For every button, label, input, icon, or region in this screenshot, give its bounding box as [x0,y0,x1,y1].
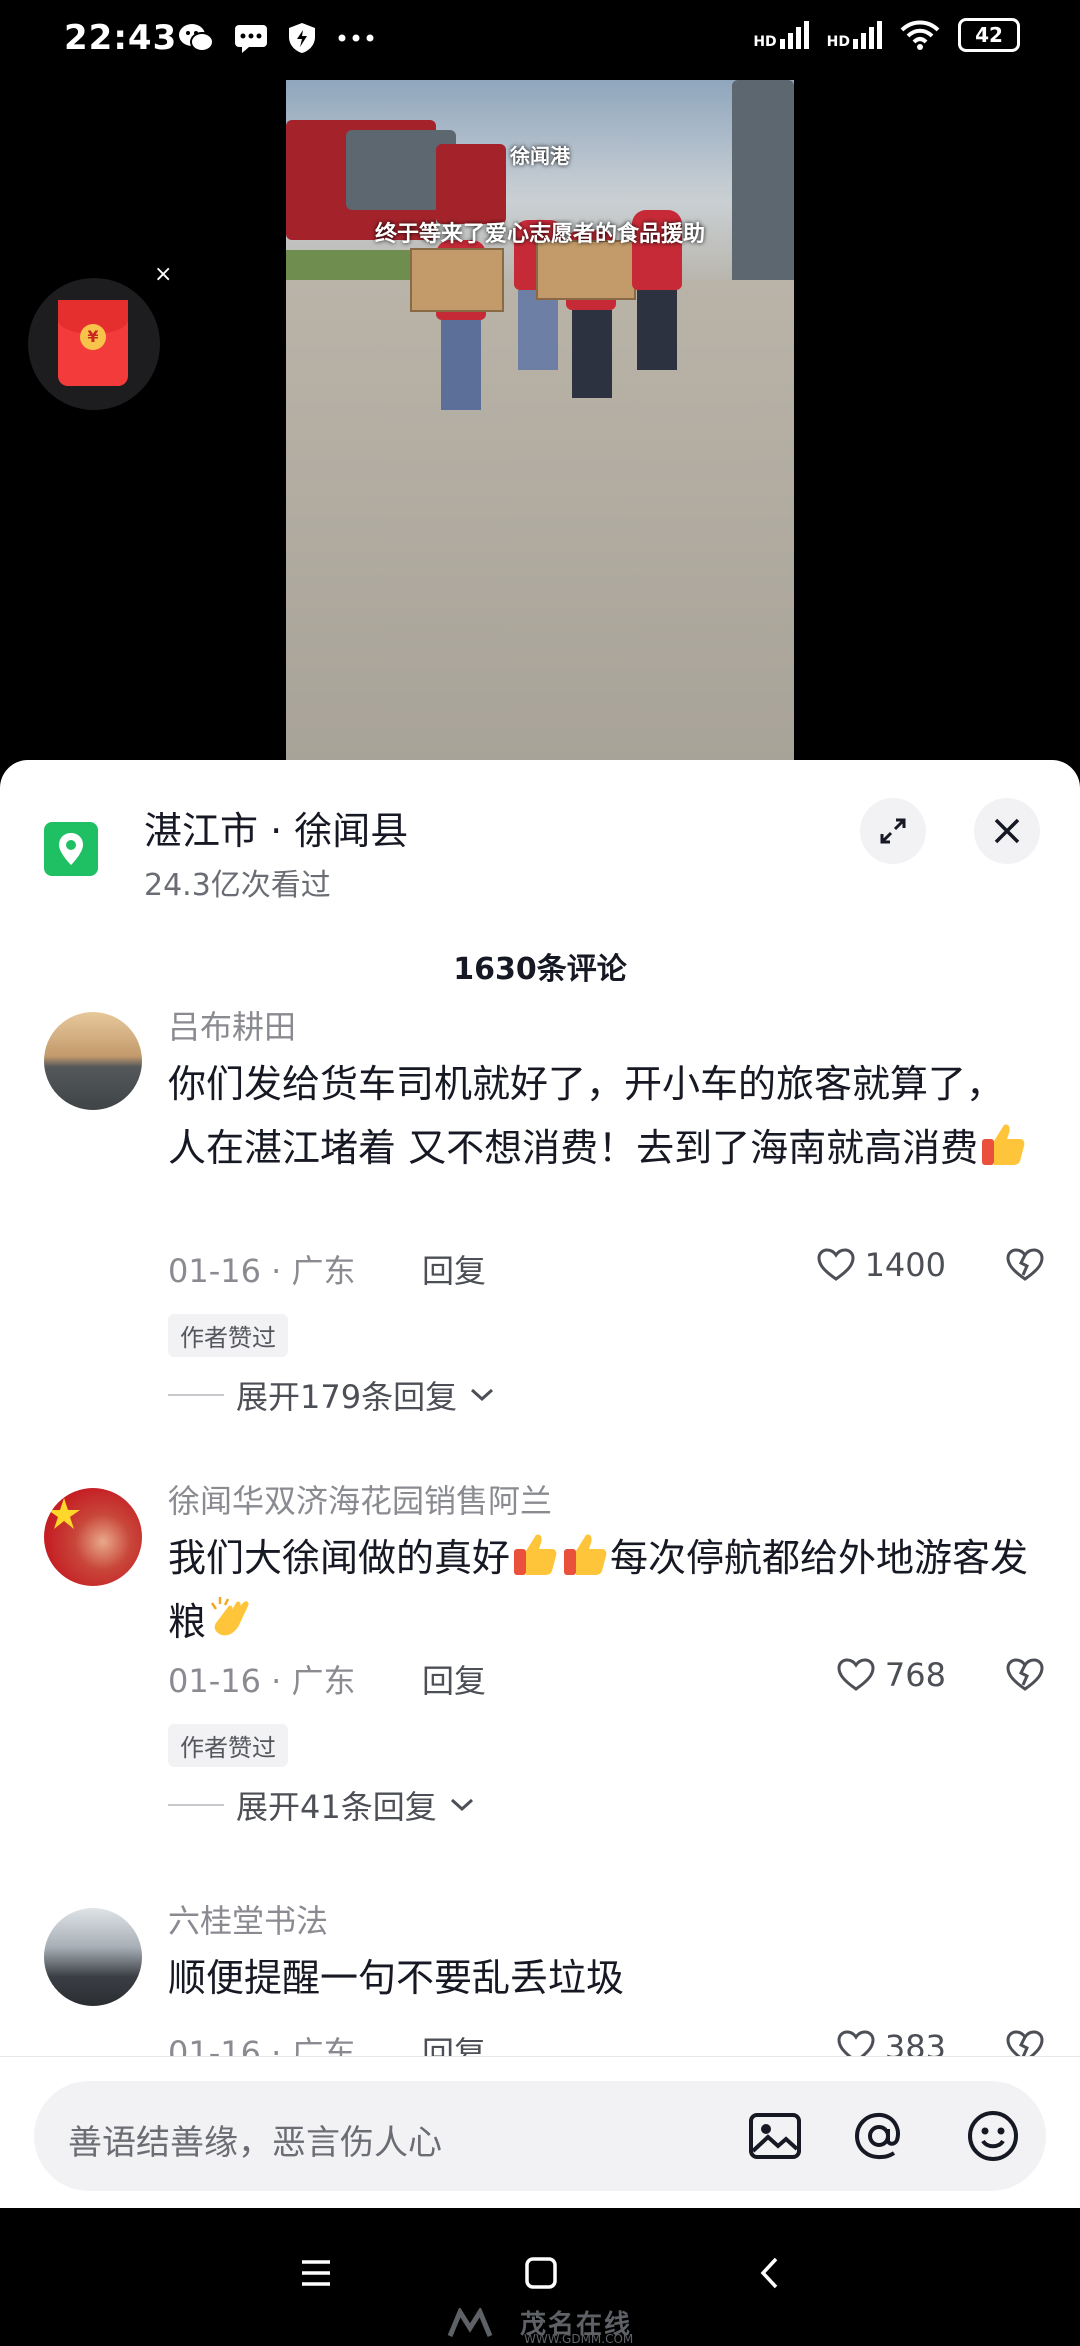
chevron-down-icon [471,1388,494,1402]
author-liked-badge: 作者赞过 [168,1724,288,1767]
status-bar: 22:43 HD HD 42 [0,0,1080,80]
video-caption: 终于等来了爱心志愿者的食品援助 [374,222,705,247]
thumbs-up-icon [982,1124,1025,1165]
watermark-logo-icon [447,2308,493,2337]
video-box [536,240,636,300]
wechat-icon [179,24,214,52]
signal-icon: HD [827,21,882,49]
back-icon[interactable] [758,2256,780,2290]
thumbs-up-icon [514,1534,557,1575]
comment-username[interactable]: 徐闻华双济海花园销售阿兰 [168,1476,552,1522]
reply-button[interactable]: 回复 [422,1246,486,1292]
broken-heart-icon [1006,1658,1044,1691]
location-pin-icon[interactable] [44,822,98,876]
video-box [410,248,504,312]
video-volunteer-legs [441,320,481,410]
avatar[interactable] [44,1012,142,1110]
comment-region: 广东 [291,1252,356,1290]
comment-text: 你们发给货车司机就好了，开小车的旅客就算了，人在湛江堵着 又不想消费！去到了海南… [168,1052,1040,1180]
like-count: 768 [884,1656,946,1694]
expand-icon [880,818,906,844]
wifi-icon [900,20,940,50]
message-icon [235,25,267,53]
image-icon[interactable] [746,2107,804,2165]
broken-heart-icon [1006,1248,1044,1281]
hd-label: HD [826,34,850,50]
clap-icon [210,1597,249,1636]
video-volunteer-legs [637,290,677,370]
reply-button[interactable]: 回复 [422,1656,486,1702]
like-count: 1400 [864,1246,946,1284]
signal-icon: HD [753,21,809,50]
video-volunteer-legs [572,310,612,398]
red-packet-icon: ¥ [58,300,128,386]
comment-count: 1630条评论 [453,952,627,987]
expand-replies-button[interactable]: 展开179条回复 [168,1372,495,1418]
notification-icons [178,22,376,54]
comment-username[interactable]: 六桂堂书法 [168,1896,328,1942]
avatar[interactable] [44,1908,142,2006]
heart-icon [837,1658,875,1691]
comment-text-content: 我们大徐闻做的真好 [168,1536,511,1580]
shield-icon [289,23,315,53]
video-player[interactable]: 徐闻港 终于等来了爱心志愿者的食品援助 ¥ × [0,80,1080,762]
comment-sheet: 湛江市 · 徐闻县 24.3亿次看过 1630条评论 吕布耕田 你们发给货车司机… [0,760,1080,2060]
divider [168,1804,224,1806]
more-dots-icon [338,34,374,42]
video-volunteer-legs [518,290,558,370]
comment-date: 01-16 [168,1662,261,1700]
like-button[interactable]: 768 [837,1656,946,1694]
location-title[interactable]: 湛江市 · 徐闻县 [144,800,408,855]
like-button[interactable]: 1400 [817,1246,946,1284]
emoji-icon[interactable] [964,2107,1022,2165]
hd-label: HD [753,34,777,50]
menu-icon[interactable] [300,2258,332,2288]
comment-text: 我们大徐闻做的真好 每次停航都给外地游客发粮 [168,1526,1040,1654]
red-packet-close-icon[interactable]: × [154,262,172,287]
comment-text-content: 你们发给货车司机就好了，开小车的旅客就算了，人在湛江堵着 又不想消费！去到了海南… [168,1062,1005,1170]
heart-icon [817,1248,855,1281]
dislike-button[interactable] [1006,1248,1044,1286]
comment-input-bar: 善语结善缘，恶言伤人心 [0,2056,1080,2209]
expand-replies-button[interactable]: 展开41条回复 [168,1782,475,1828]
comment-input[interactable]: 善语结善缘，恶言伤人心 [34,2081,1046,2191]
status-time: 22:43 [64,18,178,58]
video-frame[interactable]: 徐闻港 终于等来了爱心志愿者的食品援助 [286,80,794,762]
close-icon [994,818,1020,844]
thumbs-up-icon [564,1534,607,1575]
chevron-down-icon [450,1798,473,1812]
home-icon[interactable] [524,2256,558,2290]
comment-text: 顺便提醒一句不要乱丢垃圾 [168,1956,625,2000]
close-button[interactable] [974,798,1040,864]
comment-meta: 01-16 · 广东 [168,1662,356,1700]
dislike-button[interactable] [1006,1658,1044,1696]
avatar[interactable] [44,1488,142,1586]
comment-region: 广东 [291,1662,356,1700]
video-hedge [286,250,426,280]
expand-button[interactable] [860,798,926,864]
system-icons: HD HD 42 [753,18,1020,52]
comment-input-placeholder: 善语结善缘，恶言伤人心 [68,2123,442,2163]
system-nav-bar: 茂名在线 WWW.GDMM.COM [0,2208,1080,2346]
video-caption-place: 徐闻港 [510,144,570,168]
location-views: 24.3亿次看过 [144,868,331,903]
expand-replies-label: 展开41条回复 [236,1788,437,1826]
red-packet-button[interactable]: ¥ [28,278,160,410]
battery-icon: 42 [958,18,1020,52]
watermark-url: WWW.GDMM.COM [524,2332,634,2346]
divider [168,1394,224,1396]
expand-replies-label: 展开179条回复 [236,1378,458,1416]
comment-username[interactable]: 吕布耕田 [168,1002,296,1048]
author-liked-badge: 作者赞过 [168,1314,288,1357]
comment-date: 01-16 [168,1252,261,1290]
comment-meta: 01-16 · 广东 [168,1252,356,1290]
at-mention-icon[interactable] [850,2107,908,2165]
